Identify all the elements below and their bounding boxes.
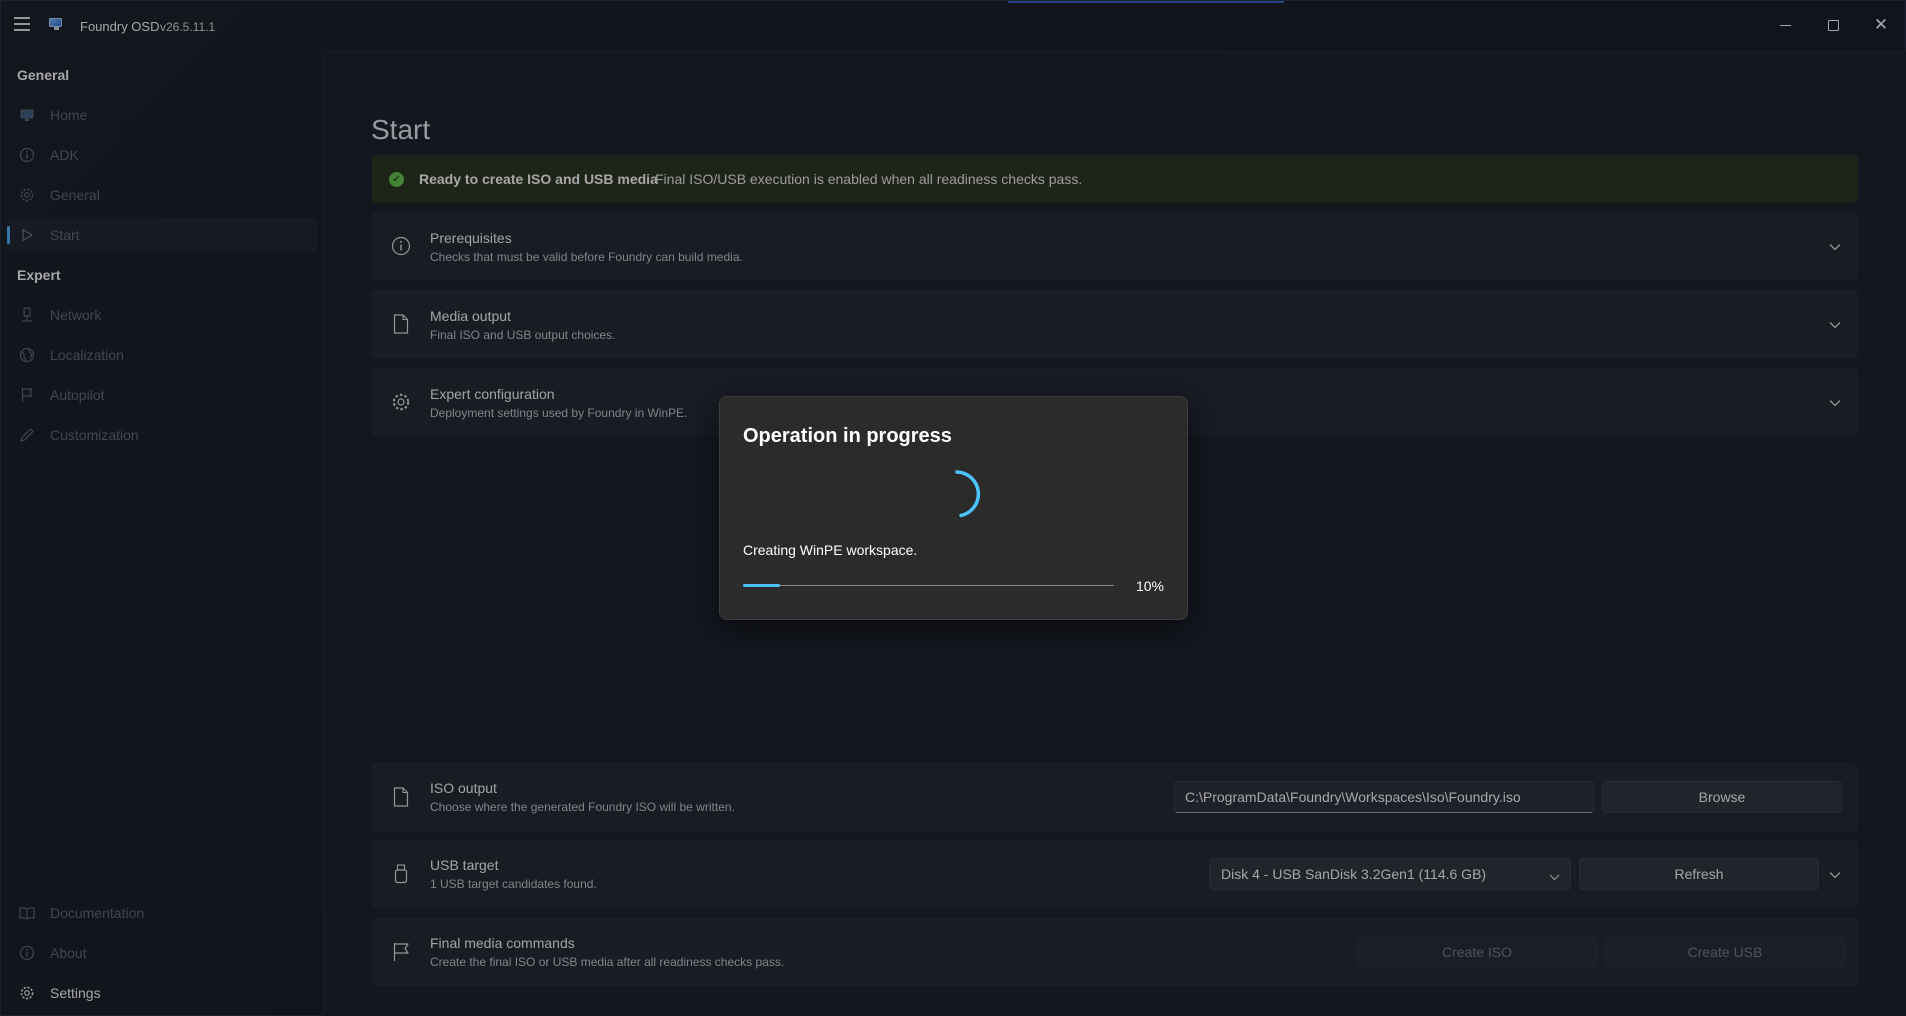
progress-track <box>743 585 1114 586</box>
progress-spinner-icon <box>955 470 981 518</box>
progress-fill <box>743 584 780 587</box>
dialog-status-text: Creating WinPE workspace. <box>743 542 918 558</box>
dialog-title: Operation in progress <box>743 425 952 447</box>
progress-percent: 10% <box>1135 578 1164 594</box>
operation-progress-dialog: Operation in progress Creating WinPE wor… <box>719 396 1188 620</box>
